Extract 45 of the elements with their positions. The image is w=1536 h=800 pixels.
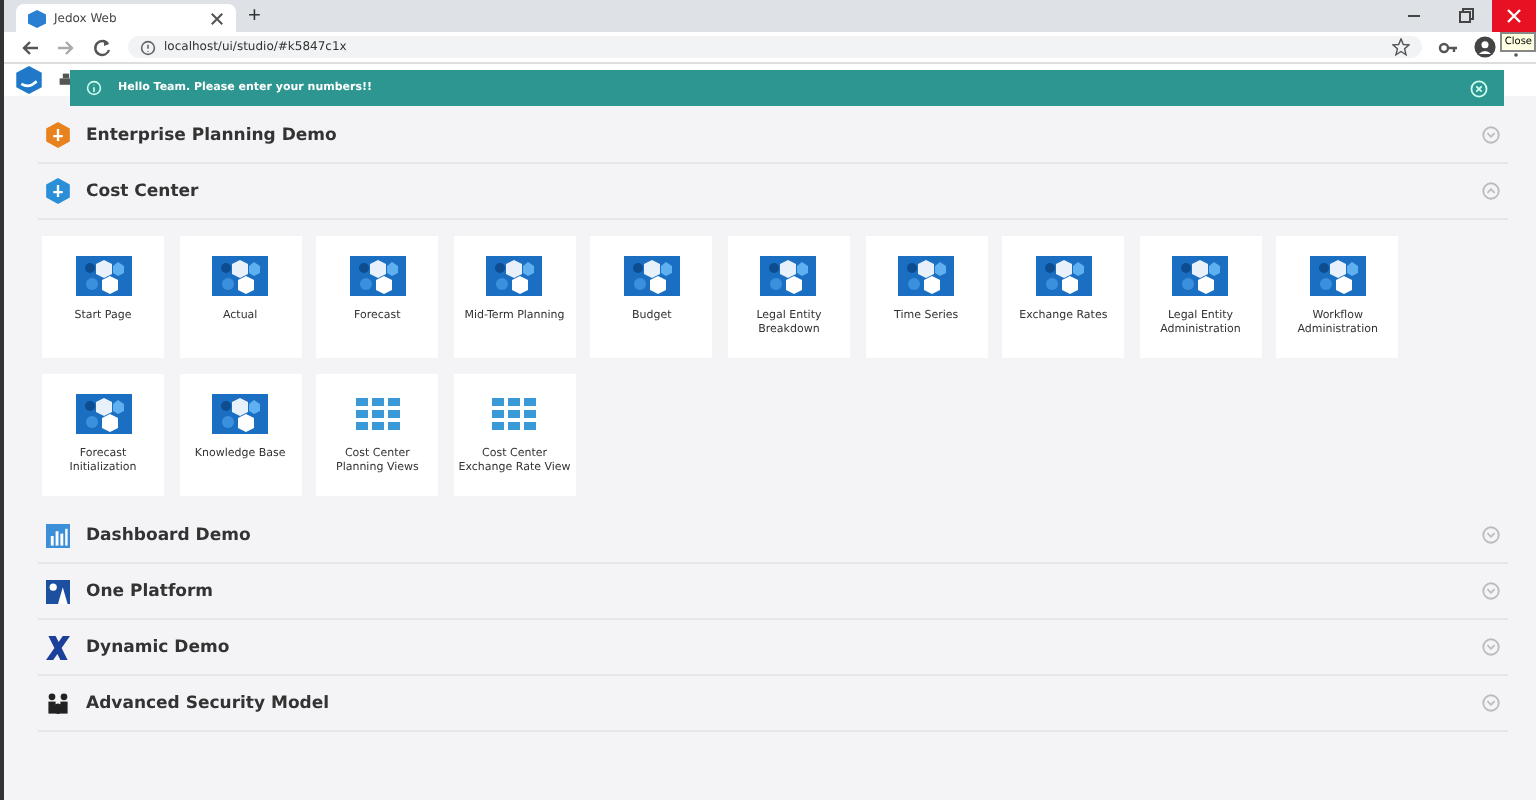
section-title: Dashboard Demo	[86, 525, 251, 545]
back-icon[interactable]	[20, 37, 40, 57]
section-title: Enterprise Planning Demo	[86, 125, 337, 145]
thumbnail-icon	[212, 394, 269, 434]
thumbnail-icon	[623, 256, 680, 296]
info-icon	[86, 80, 102, 96]
hexagon-icon	[46, 178, 70, 204]
thumbnail-icon	[1035, 256, 1092, 296]
key-icon[interactable]	[1438, 37, 1458, 57]
hexagon-icon	[46, 122, 70, 148]
close-icon[interactable]	[210, 11, 224, 25]
thumbnail-icon	[898, 256, 955, 296]
thumbnail-icon	[1172, 256, 1229, 296]
thumbnail-icon	[1309, 256, 1366, 296]
thumbnail-icon	[760, 256, 817, 296]
section-header[interactable]: One Platform	[38, 564, 1508, 620]
section-header[interactable]: Advanced Security Model	[38, 676, 1508, 732]
bar-chart-icon	[46, 523, 70, 547]
thumbnail-icon	[75, 394, 131, 434]
x-icon	[46, 635, 70, 659]
section-header[interactable]: Enterprise Planning Demo	[38, 108, 1508, 164]
section-header[interactable]: Dashboard Demo	[38, 508, 1508, 564]
table-icon	[353, 394, 402, 434]
info-icon[interactable]	[140, 39, 156, 55]
thumbnail-icon	[75, 256, 131, 296]
thumbnail-icon	[349, 256, 406, 296]
cube-icon	[28, 9, 46, 27]
reload-icon[interactable]	[92, 37, 112, 57]
logo-icon[interactable]	[16, 66, 42, 94]
thumbnail-icon	[486, 256, 543, 296]
section-title: Advanced Security Model	[86, 693, 330, 713]
profile-icon[interactable]	[1474, 36, 1496, 58]
section-title: Cost Center	[86, 181, 199, 201]
close-icon	[1506, 8, 1522, 24]
section-title: One Platform	[86, 581, 214, 601]
section-header[interactable]: Dynamic Demo	[38, 620, 1508, 676]
new-tab-button[interactable]: +	[236, 0, 273, 32]
table-icon	[490, 394, 539, 434]
star-icon[interactable]	[1392, 38, 1410, 56]
people-icon	[46, 691, 70, 715]
thumbnail-icon	[212, 256, 269, 296]
close-button[interactable]	[1492, 0, 1536, 32]
section-title: Dynamic Demo	[86, 637, 230, 657]
section-header[interactable]: Cost Center	[38, 164, 1508, 220]
restore-icon[interactable]	[1456, 6, 1476, 26]
